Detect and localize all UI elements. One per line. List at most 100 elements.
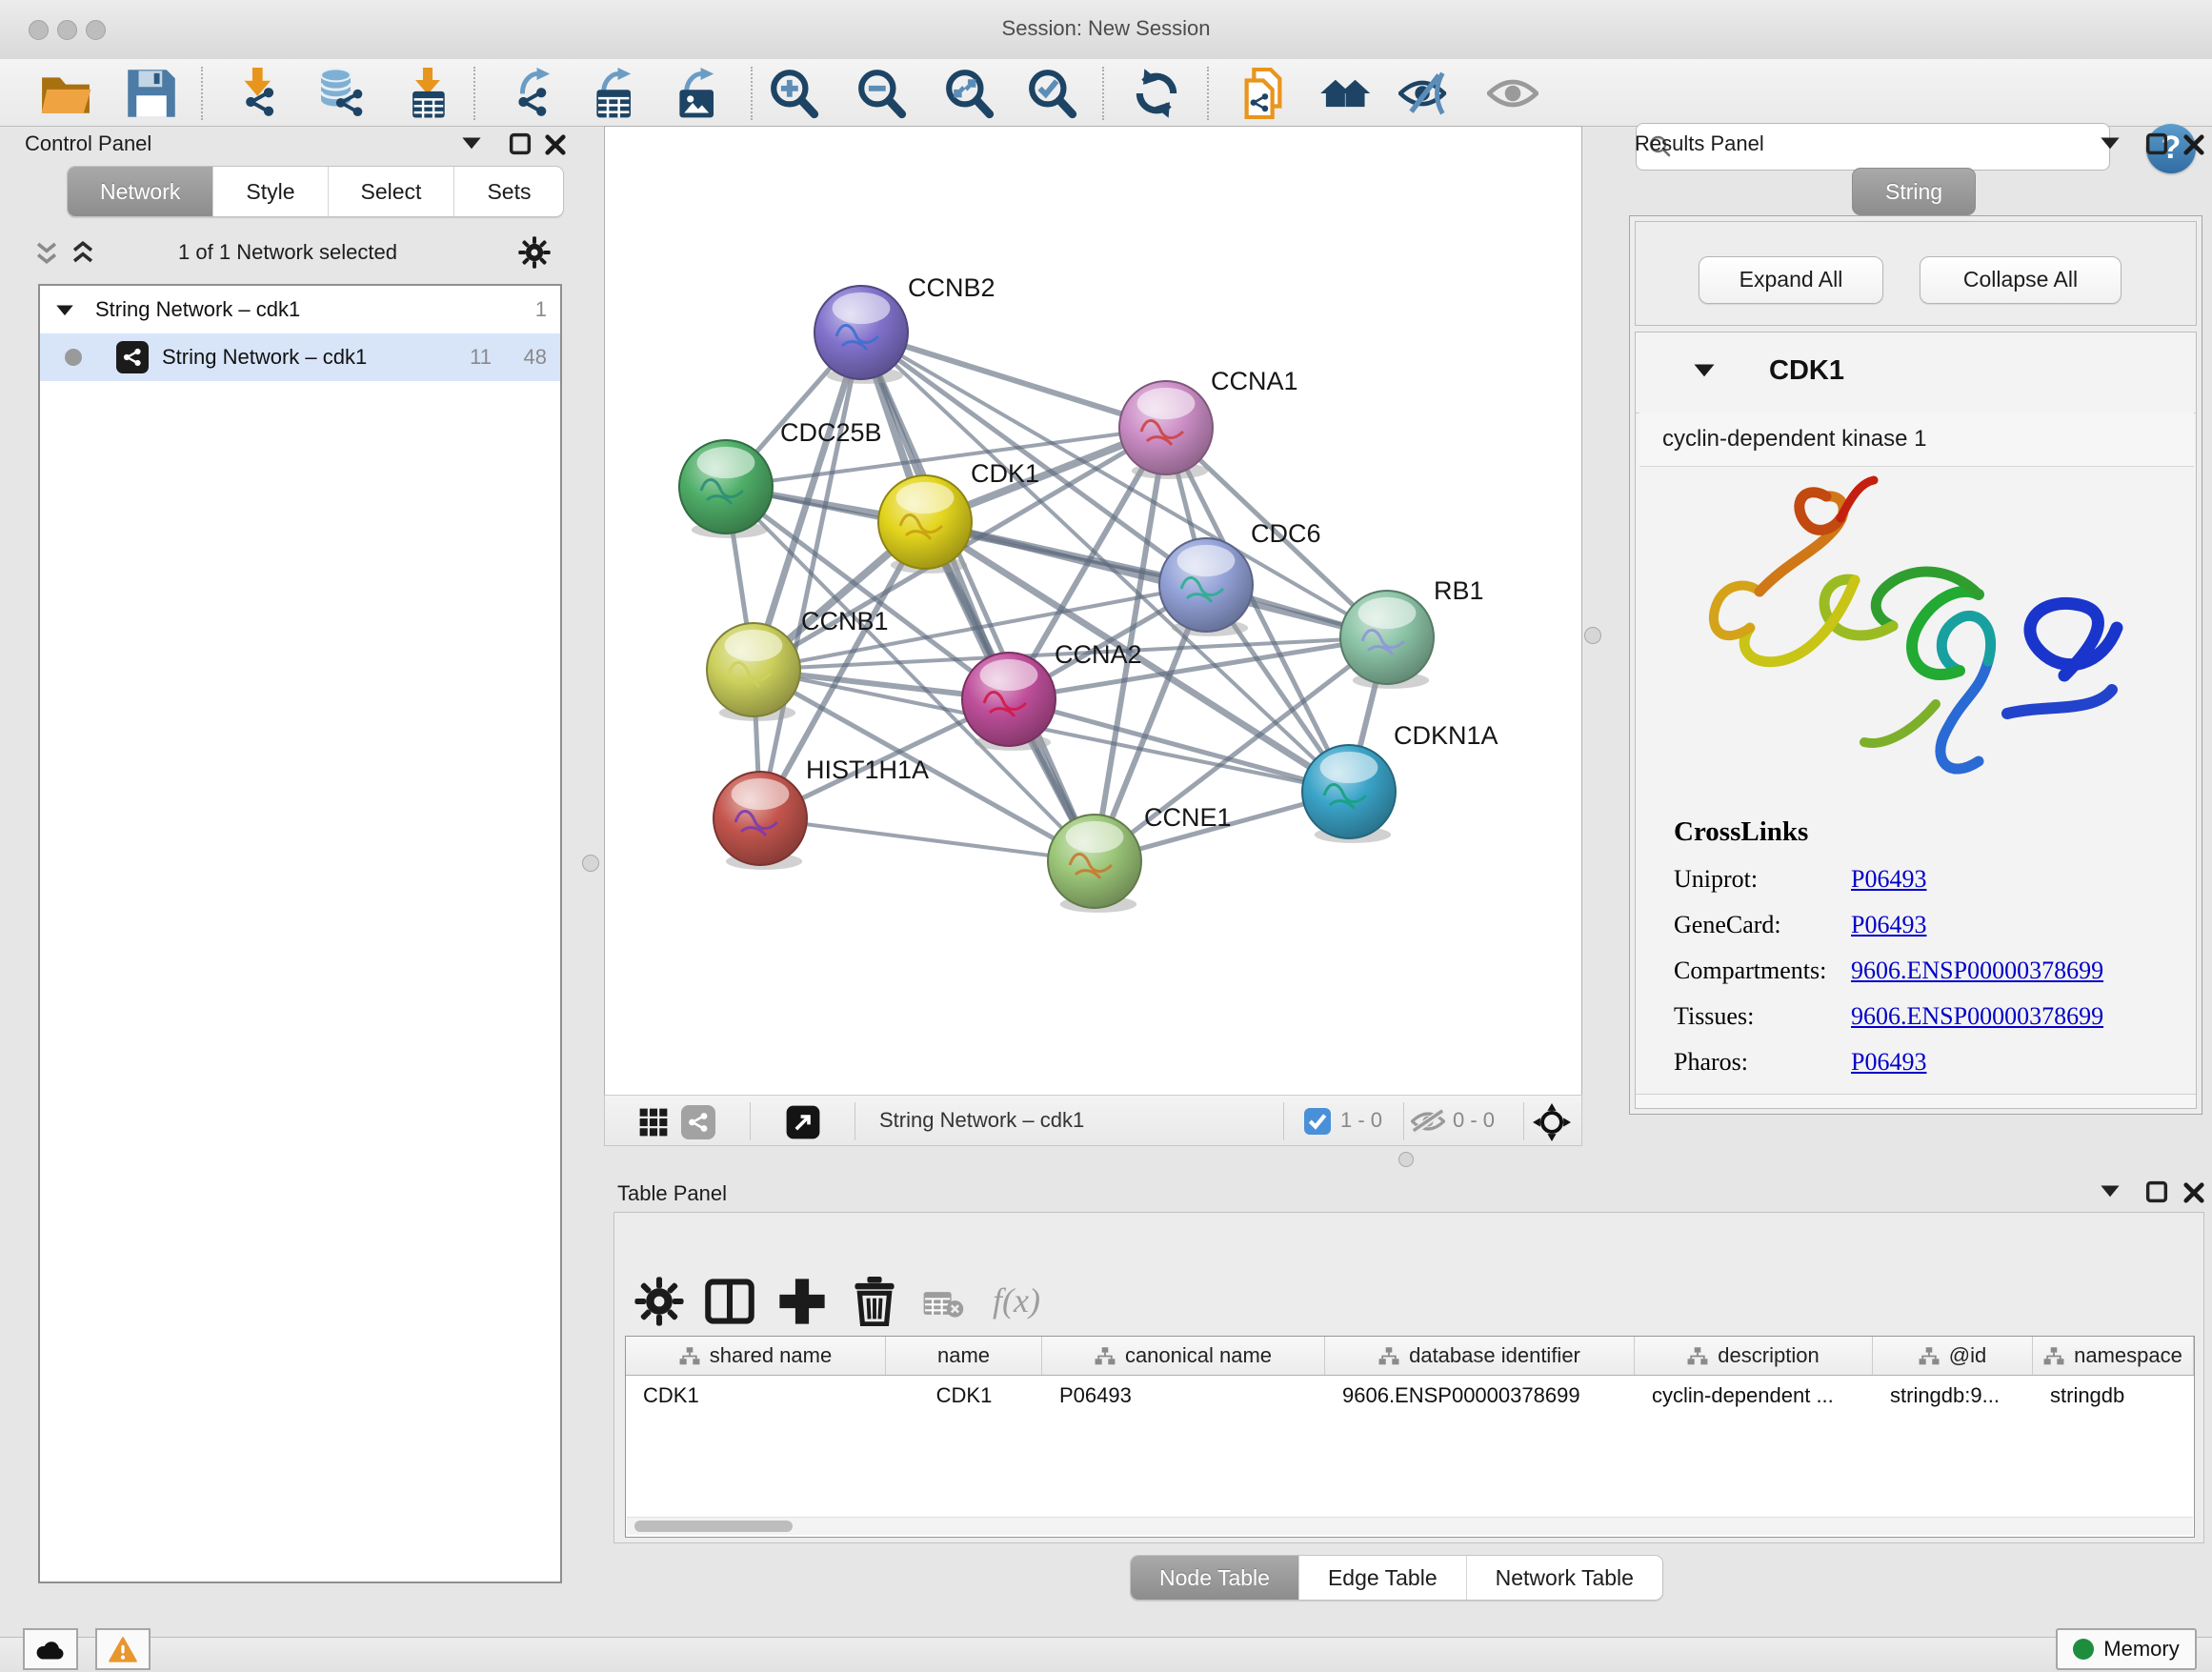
export-image-icon[interactable] [673,68,724,119]
import-network-icon[interactable] [234,68,286,119]
column-header-name[interactable]: name [886,1337,1042,1375]
crosslink-link[interactable]: 9606.ENSP00000378699 [1851,1002,2103,1031]
table-hscroll-thumb[interactable] [634,1521,793,1532]
gene-header-row[interactable]: CDK1 [1636,332,2196,413]
import-database-icon[interactable] [314,68,366,119]
collection-expand-icon[interactable] [55,304,74,316]
results-scrollbar[interactable] [1636,1094,2196,1108]
table-cell[interactable]: cyclin-dependent ... [1635,1376,1873,1416]
open-session-icon[interactable] [40,68,91,119]
network-node-cdc6[interactable]: CDC6 [1159,519,1321,636]
show-all-icon[interactable] [1487,68,1538,119]
first-neighbors-icon[interactable] [1320,68,1372,119]
network-options-gear-icon[interactable] [518,236,551,269]
gene-name: CDK1 [1769,355,1844,387]
crosslink-link[interactable]: P06493 [1851,865,1926,894]
import-table-icon[interactable] [402,68,453,119]
cloud-button[interactable] [23,1628,78,1670]
column-flow-icon [1687,1347,1708,1365]
tab-network[interactable]: Network [68,167,212,216]
warnings-button[interactable] [95,1628,151,1670]
network-row[interactable]: String Network – cdk1 11 48 [40,333,560,381]
results-panel-menu-icon[interactable] [2100,136,2121,150]
zoom-selected-icon[interactable] [1027,68,1078,119]
column-header-namespace[interactable]: namespace [2033,1337,2194,1375]
table-panel-close-icon[interactable] [2183,1182,2204,1203]
table-hscrollbar[interactable] [627,1517,2193,1535]
column-header-canonical-name[interactable]: canonical name [1042,1337,1325,1375]
zoom-in-icon[interactable] [769,68,820,119]
control-panel-close-icon[interactable] [545,134,566,155]
birdseye-crosshair-icon[interactable] [1533,1103,1571,1141]
delete-row-icon[interactable] [850,1277,899,1326]
memory-button[interactable]: Memory [2056,1628,2197,1670]
export-network-icon[interactable] [509,68,560,119]
control-panel-float-icon[interactable] [509,132,532,155]
network-canvas[interactable]: CCNB2CCNA1CDC25BCDK1CDC6RB1CCNB1CCNA2CDK… [604,126,1582,1096]
zoom-fit-icon[interactable] [944,68,995,119]
tab-select[interactable]: Select [328,167,454,216]
table-cell[interactable]: 9606.ENSP00000378699 [1325,1376,1635,1416]
crosslink-link[interactable]: P06493 [1851,911,1926,939]
column-label: database identifier [1409,1343,1580,1368]
tab-node-table[interactable]: Node Table [1131,1556,1298,1600]
node-label-cdkn1a: CDKN1A [1394,721,1498,750]
zoom-out-icon[interactable] [856,68,908,119]
expand-all-button[interactable]: Expand All [1699,256,1883,304]
selected-checkbox[interactable] [1304,1108,1331,1135]
tab-edge-table[interactable]: Edge Table [1298,1556,1466,1600]
tab-string[interactable]: String [1852,168,1976,215]
results-panel-close-icon[interactable] [2183,134,2204,155]
detach-view-icon[interactable] [786,1105,820,1139]
column-header-@id[interactable]: @id [1873,1337,2033,1375]
gene-section: CDK1 cyclin-dependent kinase 1 CrossLink… [1635,332,2197,1109]
tab-style[interactable]: Style [212,167,327,216]
results-panel-title: Results Panel [1635,131,1764,156]
network-node-cdkn1a[interactable]: CDKN1A [1302,721,1498,843]
network-edge[interactable] [861,332,1166,428]
hidden-eye-slash-icon [1411,1109,1445,1134]
column-header-database-identifier[interactable]: database identifier [1325,1337,1635,1375]
left-splitter-handle[interactable] [582,855,599,872]
grid-view-icon[interactable] [639,1108,668,1137]
table-cell[interactable]: CDK1 [886,1376,1042,1416]
node-label-ccna2: CCNA2 [1055,640,1142,669]
table-cell[interactable]: stringdb:9... [1873,1376,2033,1416]
refresh-icon[interactable] [1131,68,1182,119]
network-node-hist1h1a[interactable]: HIST1H1A [714,755,929,870]
save-session-icon[interactable] [126,68,177,119]
bottom-splitter-handle[interactable] [1398,1152,1414,1167]
results-panel-float-icon[interactable] [2145,132,2168,155]
network-node-ccne1[interactable]: CCNE1 [1048,803,1232,913]
crosslink-link[interactable]: P06493 [1851,1048,1926,1077]
table-cell[interactable]: stringdb [2033,1376,2194,1416]
network-badge-icon[interactable] [681,1105,715,1139]
network-edge[interactable] [760,818,1095,861]
table-panel-menu-icon[interactable] [2100,1184,2121,1198]
crosslink-link[interactable]: 9606.ENSP00000378699 [1851,957,2103,985]
tab-sets[interactable]: Sets [453,167,563,216]
hide-selected-icon[interactable] [1398,68,1450,119]
table-gear-icon[interactable] [634,1277,684,1326]
network-node-ccna1[interactable]: CCNA1 [1119,367,1298,479]
column-header-shared-name[interactable]: shared name [626,1337,886,1375]
tab-network-table[interactable]: Network Table [1466,1556,1662,1600]
export-table-icon[interactable] [590,68,641,119]
gene-collapse-icon[interactable] [1693,363,1716,377]
clone-network-icon[interactable] [1237,68,1289,119]
network-node-rb1[interactable]: RB1 [1340,576,1484,689]
network-view-name: String Network – cdk1 [879,1108,1084,1133]
collapse-all-button[interactable]: Collapse All [1920,256,2122,304]
control-panel-menu-icon[interactable] [461,136,482,150]
node-label-cdc6: CDC6 [1251,519,1321,548]
table-row[interactable]: CDK1CDK1P064939606.ENSP00000378699cyclin… [626,1376,2194,1416]
table-cell[interactable]: P06493 [1042,1376,1325,1416]
add-row-icon[interactable] [777,1277,827,1326]
network-collection-row[interactable]: String Network – cdk1 1 [40,286,560,333]
column-header-description[interactable]: description [1635,1337,1873,1375]
table-cell[interactable]: CDK1 [626,1376,886,1416]
right-splitter-handle[interactable] [1584,627,1601,644]
table-columns-icon[interactable] [705,1277,754,1326]
table-panel-float-icon[interactable] [2145,1180,2168,1203]
results-buttons-box: Expand All Collapse All [1635,221,2197,326]
